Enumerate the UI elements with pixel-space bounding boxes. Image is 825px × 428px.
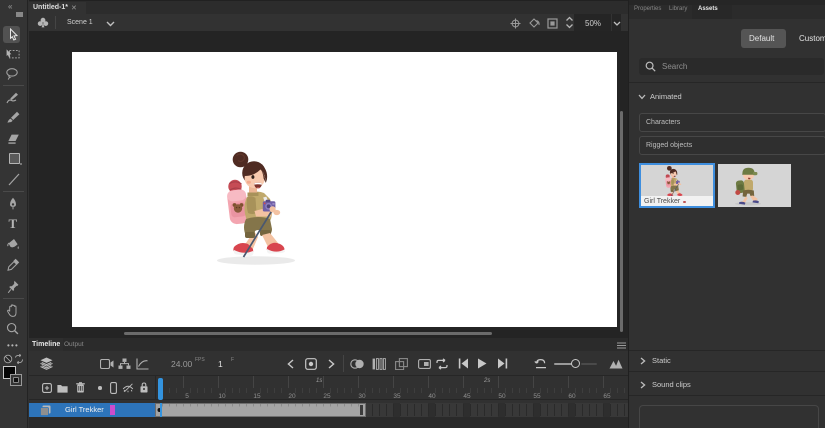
svg-text:45: 45: [463, 393, 471, 400]
svg-text:55: 55: [533, 393, 541, 400]
svg-text:65: 65: [603, 393, 611, 400]
svg-text:15: 15: [253, 393, 261, 400]
svg-text:60: 60: [568, 393, 576, 400]
svg-text:30: 30: [358, 393, 366, 400]
svg-text:50: 50: [498, 393, 506, 400]
svg-text:40: 40: [428, 393, 436, 400]
svg-text:25: 25: [323, 393, 331, 400]
svg-text:35: 35: [393, 393, 401, 400]
svg-text:10: 10: [218, 393, 226, 400]
svg-text:20: 20: [288, 393, 296, 400]
svg-text:5: 5: [185, 393, 189, 400]
